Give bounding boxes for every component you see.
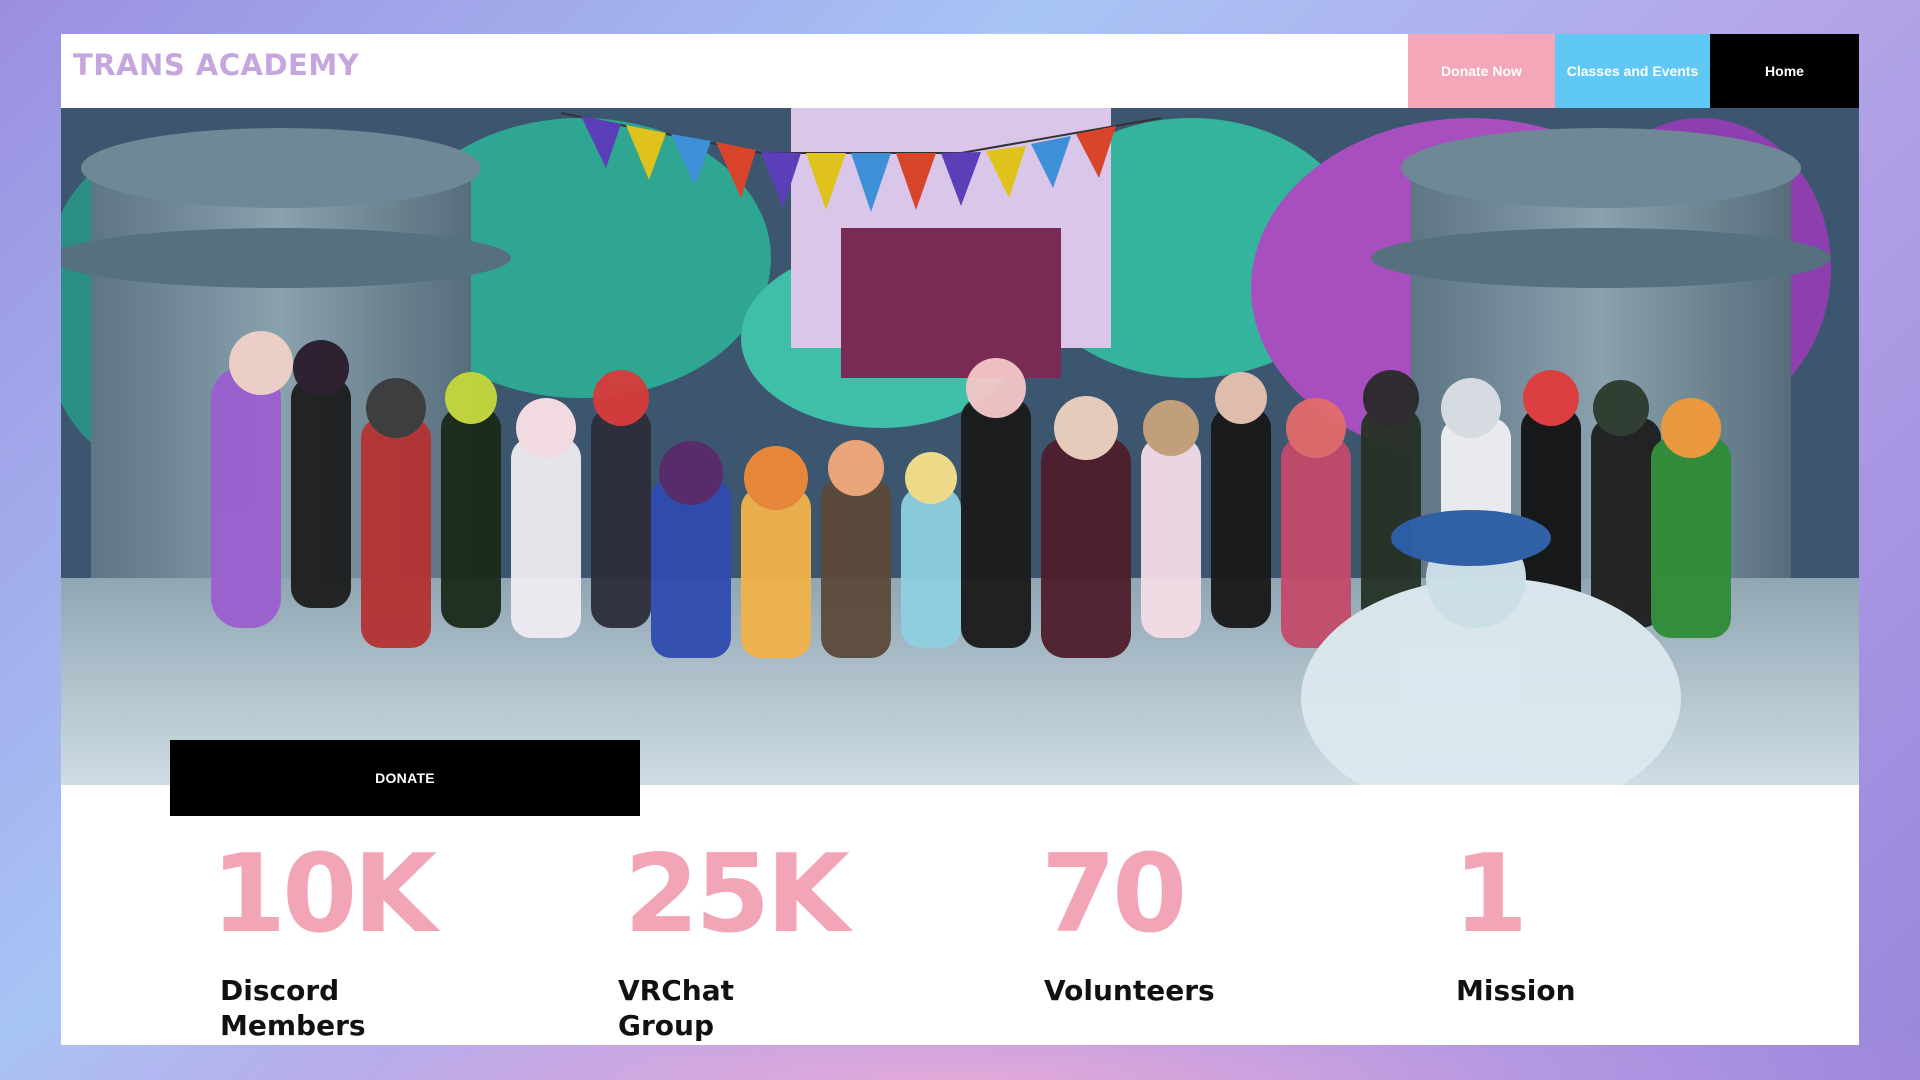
stat-value: 70	[1041, 832, 1187, 957]
website-frame: TRANS ACADEMY Donate Now Classes and Eve…	[61, 34, 1859, 1045]
stat-label: VRChat Group Members	[618, 974, 764, 1045]
main-nav: Donate Now Classes and Events Home	[1408, 34, 1859, 108]
stat-label: Discord Members	[220, 974, 366, 1042]
hero-donate-button[interactable]: DONATE	[170, 740, 640, 816]
nav-classes-and-events-button[interactable]: Classes and Events	[1555, 34, 1710, 108]
stat-value: 25K	[624, 832, 850, 957]
stat-value: 10K	[211, 832, 437, 957]
stat-value: 1	[1453, 832, 1528, 957]
stat-label: Volunteers	[1044, 974, 1215, 1007]
stats-section: 10K Discord Members 25K VRChat Group Mem…	[61, 785, 1859, 1046]
hero-image-group-photo	[61, 108, 1859, 785]
site-header: TRANS ACADEMY Donate Now Classes and Eve…	[61, 34, 1859, 108]
hero-illustration	[61, 108, 1859, 785]
nav-donate-now-button[interactable]: Donate Now	[1408, 34, 1555, 108]
stat-label: Mission	[1456, 974, 1576, 1007]
nav-home-button[interactable]: Home	[1710, 34, 1859, 108]
brand-logo-text[interactable]: TRANS ACADEMY	[73, 48, 359, 82]
